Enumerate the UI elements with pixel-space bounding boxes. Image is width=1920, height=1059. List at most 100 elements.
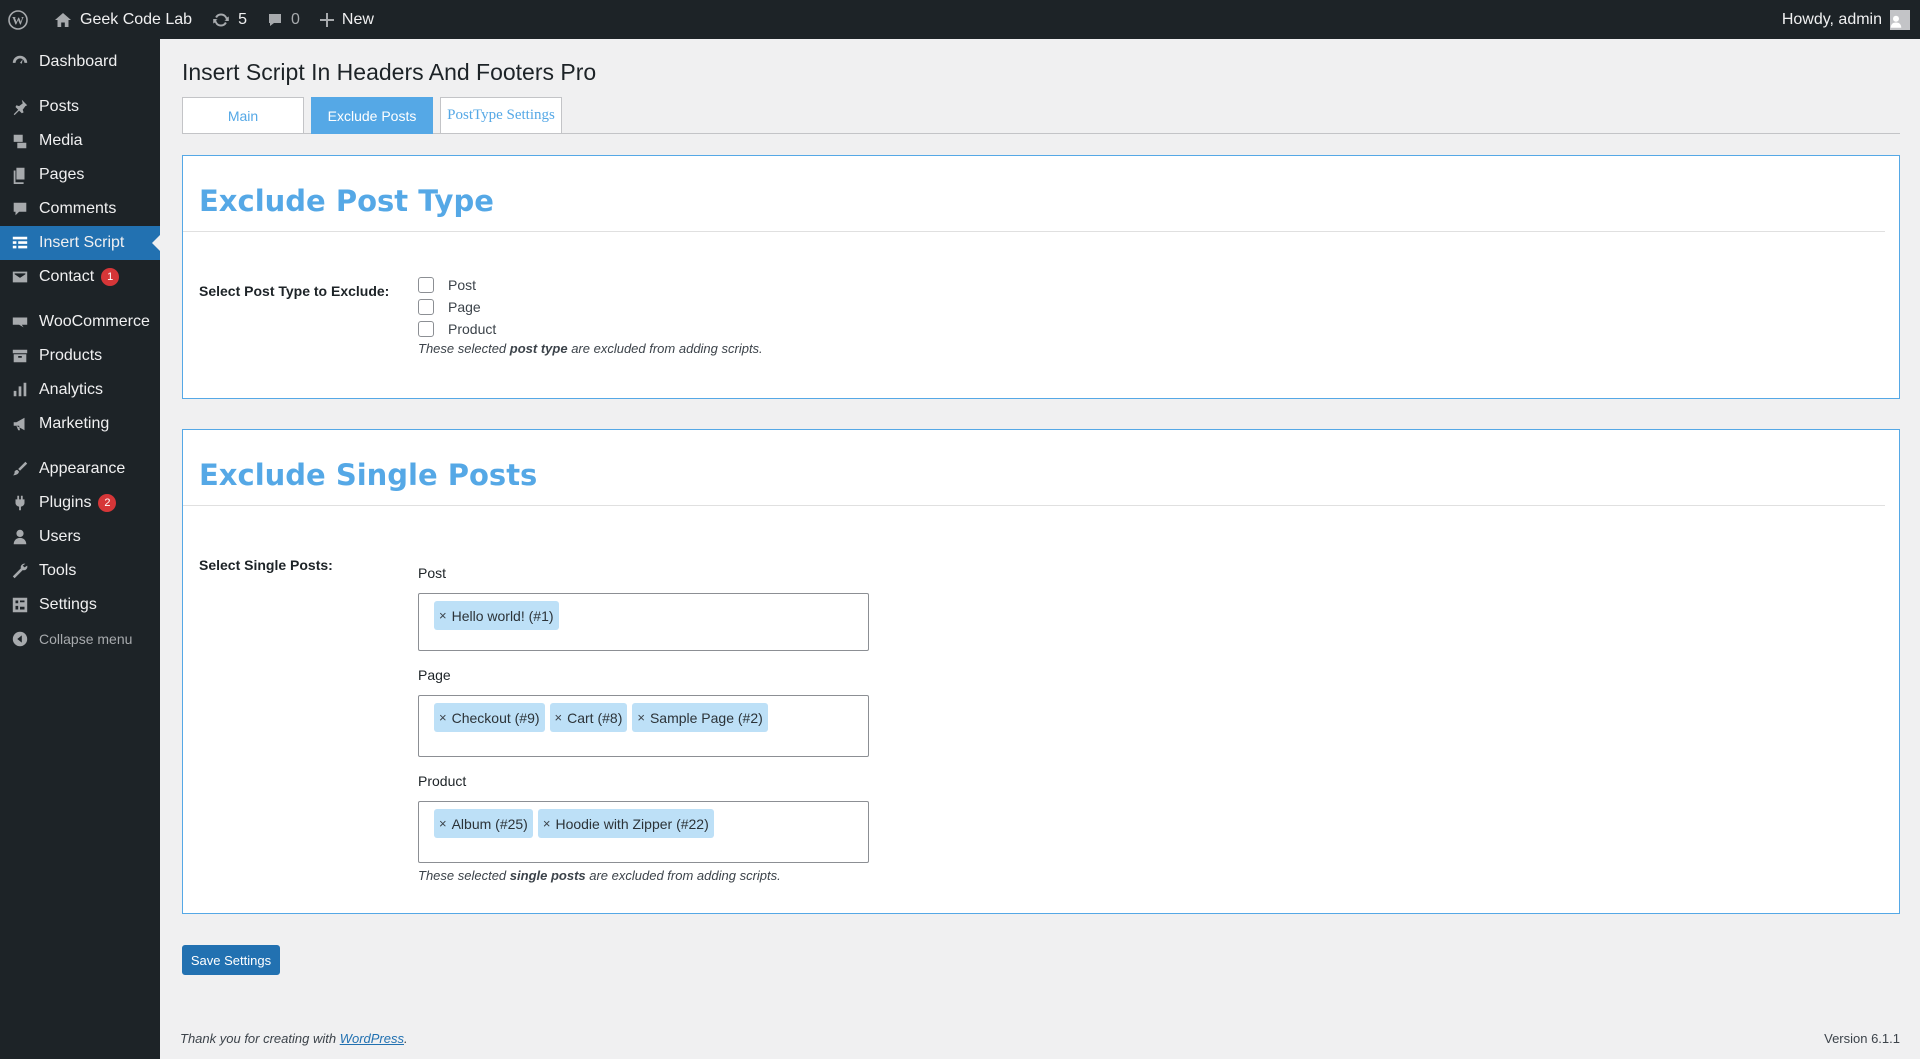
sidebar-item-appearance[interactable]: Appearance xyxy=(0,452,160,486)
site-name: Geek Code Lab xyxy=(80,10,193,28)
menu-separator xyxy=(0,441,160,452)
option-page[interactable]: Page xyxy=(418,296,763,318)
remove-chip-icon[interactable]: × xyxy=(439,816,447,831)
remove-chip-icon[interactable]: × xyxy=(555,710,563,725)
sidebar-item-label: Analytics xyxy=(39,381,104,398)
sidebar-item-posts[interactable]: Posts xyxy=(0,90,160,124)
remove-chip-icon[interactable]: × xyxy=(439,608,447,623)
selected-chip: × Checkout (#9) xyxy=(434,703,545,732)
notification-badge: 1 xyxy=(101,268,120,286)
sidebar-item-label: Appearance xyxy=(39,460,126,477)
selected-chip: × Cart (#8) xyxy=(549,703,628,732)
exclude-single-posts-panel: Exclude Single Posts Select Single Posts… xyxy=(182,429,1900,914)
avatar xyxy=(1890,9,1910,30)
remove-chip-icon[interactable]: × xyxy=(439,710,447,725)
bar-chart-icon xyxy=(10,380,30,400)
mail-icon xyxy=(10,267,30,287)
pages-icon xyxy=(10,165,30,185)
product-option-label: Product xyxy=(448,321,497,337)
admin-bar: W Geek Code Lab 5 0 New Howdy, admin xyxy=(0,0,1920,39)
admin-menu: Dashboard Posts Media Pages Comments Insert S… xyxy=(0,45,160,656)
wordpress-link[interactable]: WordPress xyxy=(340,1031,404,1046)
selected-chip: × Album (#25) xyxy=(434,809,533,838)
wordpress-logo-icon[interactable]: W xyxy=(0,0,44,39)
selected-chip: × Sample Page (#2) xyxy=(632,703,768,732)
my-account-link[interactable]: Howdy, admin xyxy=(1772,0,1920,39)
sidebar-item-label: Media xyxy=(39,132,83,149)
sidebar-item-insert-script[interactable]: Insert Script xyxy=(0,226,160,260)
post-select[interactable]: × Hello world! (#1) xyxy=(418,593,869,651)
tab-main[interactable]: Main xyxy=(182,97,304,134)
howdy-text: Howdy, admin xyxy=(1781,10,1882,28)
settings-icon xyxy=(10,595,30,615)
site-name-link[interactable]: Geek Code Lab xyxy=(44,0,202,39)
sidebar-item-contact[interactable]: Contact 1 xyxy=(0,260,160,294)
sidebar-item-users[interactable]: Users xyxy=(0,520,160,554)
page-option-label: Page xyxy=(448,299,481,315)
exclude-post-type-heading: Exclude Post Type xyxy=(183,156,1885,232)
page-checkbox[interactable] xyxy=(418,299,434,315)
desc-bold: post type xyxy=(509,341,568,356)
sidebar-item-woocommerce[interactable]: WooCommerce xyxy=(0,305,160,339)
user-icon xyxy=(10,527,30,547)
single-posts-fields: Post × Hello world! (#1) Page × Checkout (… xyxy=(418,565,869,883)
footer-text: . xyxy=(404,1031,408,1046)
updates-count: 5 xyxy=(238,10,247,28)
collapse-menu-button[interactable]: Collapse menu xyxy=(0,622,160,656)
option-product[interactable]: Product xyxy=(418,318,763,340)
comment-icon xyxy=(268,13,281,26)
chip-label: Cart (#8) xyxy=(567,709,623,726)
product-select-label: Product xyxy=(418,773,467,789)
remove-chip-icon[interactable]: × xyxy=(637,710,645,725)
svg-text:W: W xyxy=(12,13,24,27)
page-title: Insert Script In Headers And Footers Pro xyxy=(182,59,597,85)
sidebar-item-label: Pages xyxy=(39,166,85,183)
tab-exclude-posts[interactable]: Exclude Posts xyxy=(311,97,433,134)
sidebar-item-dashboard[interactable]: Dashboard xyxy=(0,45,160,79)
product-select[interactable]: × Album (#25) × Hoodie with Zipper (#22) xyxy=(418,801,869,863)
sidebar-item-comments[interactable]: Comments xyxy=(0,192,160,226)
sidebar-item-analytics[interactable]: Analytics xyxy=(0,373,160,407)
sidebar-item-label: Comments xyxy=(39,200,117,217)
notification-badge: 2 xyxy=(98,494,117,512)
sidebar-item-label: Dashboard xyxy=(39,53,118,70)
updates-link[interactable]: 5 xyxy=(202,0,257,39)
exclude-single-posts-heading: Exclude Single Posts xyxy=(183,430,1885,506)
desc-text: are excluded from adding scripts. xyxy=(585,868,781,883)
updates-icon xyxy=(213,12,229,27)
new-content-link[interactable]: New xyxy=(310,0,384,39)
post-type-options: Post Page Product These selected post ty… xyxy=(418,274,763,356)
version-text: Version 6.1.1 xyxy=(1824,1031,1900,1046)
comments-link[interactable]: 0 xyxy=(257,0,310,39)
sidebar-item-label: Insert Script xyxy=(39,234,125,251)
post-checkbox[interactable] xyxy=(418,277,434,293)
selected-chip: × Hoodie with Zipper (#22) xyxy=(537,809,714,838)
grid-icon xyxy=(10,233,30,253)
chip-label: Checkout (#9) xyxy=(451,709,540,726)
desc-text: These selected xyxy=(418,868,510,883)
sidebar-item-plugins[interactable]: Plugins 2 xyxy=(0,486,160,520)
product-checkbox[interactable] xyxy=(418,321,434,337)
desc-bold: single posts xyxy=(509,868,586,883)
tab-bar: Main Exclude Posts PostType Settings xyxy=(182,97,1900,134)
option-post[interactable]: Post xyxy=(418,274,763,296)
page-select[interactable]: × Checkout (#9) × Cart (#8) × Sample Page (… xyxy=(418,695,869,757)
single-posts-description: These selected single posts are excluded… xyxy=(418,868,869,883)
collapse-icon xyxy=(10,629,30,649)
footer: Thank you for creating with WordPress. V… xyxy=(180,1031,1900,1046)
sidebar-item-marketing[interactable]: Marketing xyxy=(0,407,160,441)
sidebar-item-label: Contact xyxy=(39,268,95,285)
chip-label: Album (#25) xyxy=(451,815,528,832)
sidebar-item-tools[interactable]: Tools xyxy=(0,554,160,588)
post-option-label: Post xyxy=(448,277,477,293)
sidebar-item-label: Marketing xyxy=(39,415,110,432)
home-icon xyxy=(55,12,71,27)
sidebar-item-pages[interactable]: Pages xyxy=(0,158,160,192)
single-posts-label: Select Single Posts: xyxy=(199,557,333,573)
sidebar-item-products[interactable]: Products xyxy=(0,339,160,373)
tab-posttype-settings[interactable]: PostType Settings xyxy=(440,97,562,134)
sidebar-item-media[interactable]: Media xyxy=(0,124,160,158)
sidebar-item-settings[interactable]: Settings xyxy=(0,588,160,622)
save-settings-button[interactable]: Save Settings xyxy=(182,945,280,975)
remove-chip-icon[interactable]: × xyxy=(543,816,551,831)
